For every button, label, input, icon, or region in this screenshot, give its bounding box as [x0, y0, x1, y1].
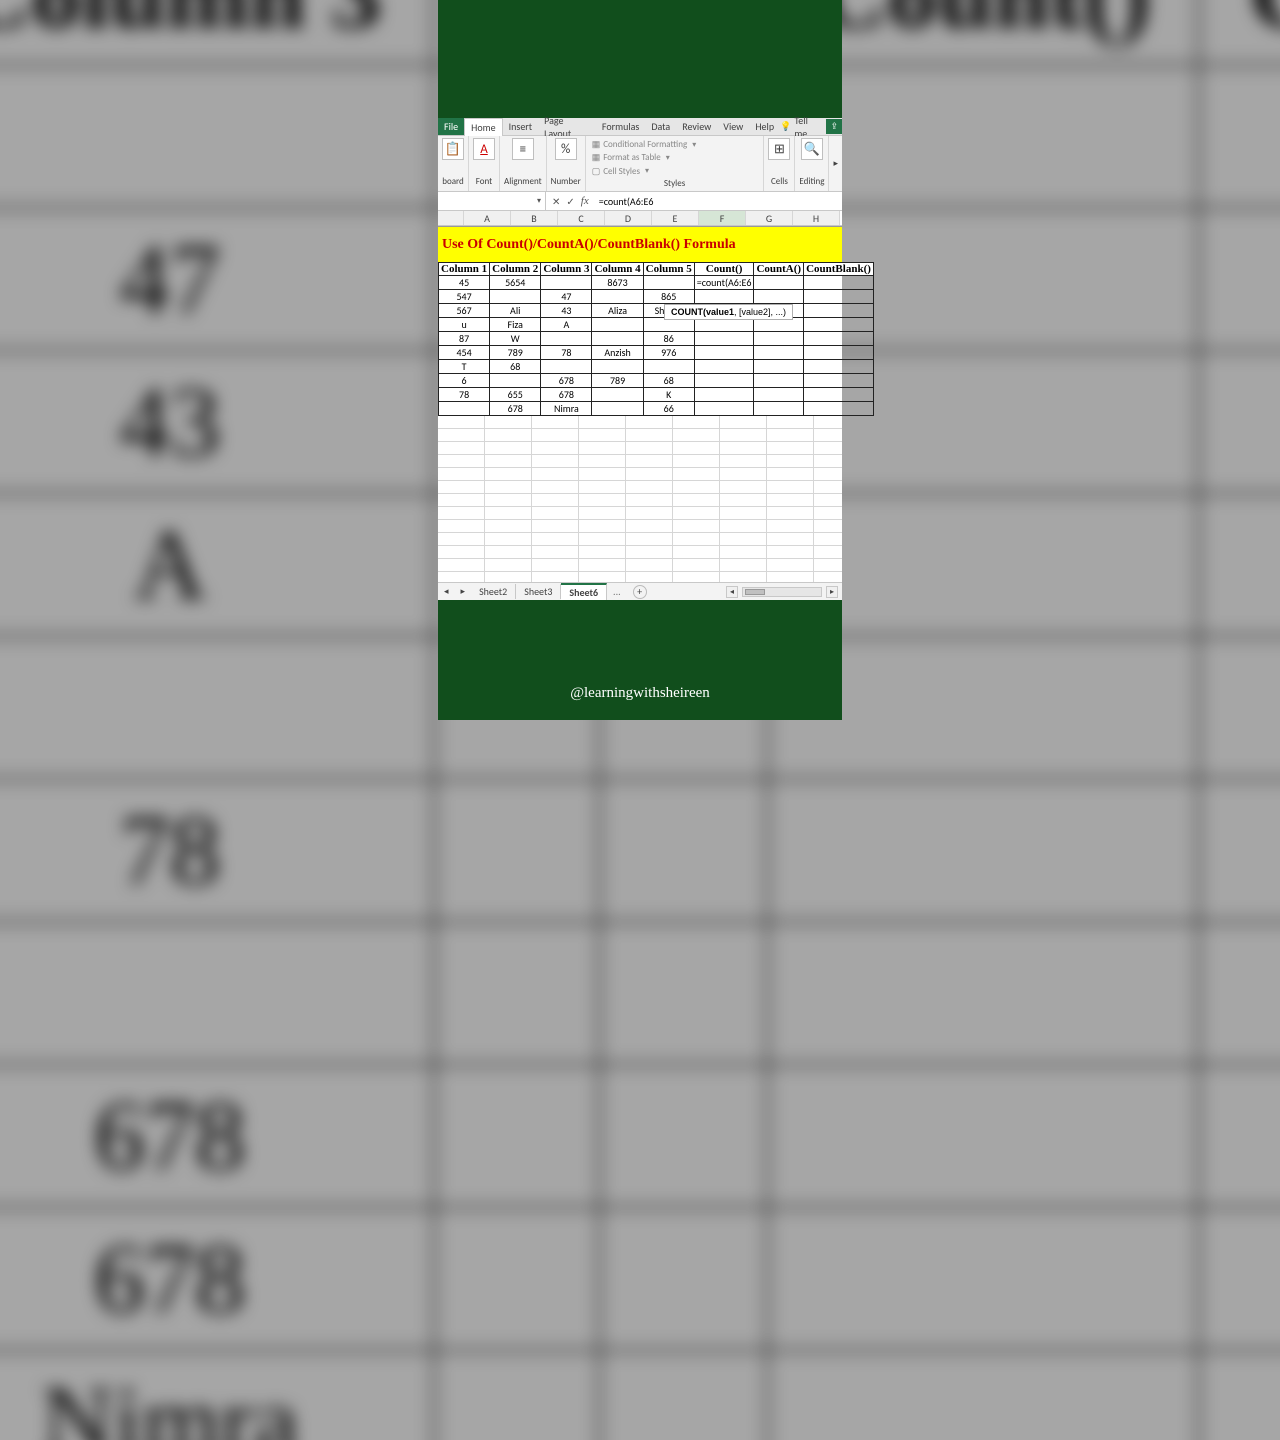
chevron-down-icon: ▾: [645, 166, 649, 176]
enter-formula-button[interactable]: ✓: [566, 195, 574, 208]
cells-icon[interactable]: ⊞: [768, 138, 790, 160]
formula-input[interactable]: =count(A6:E6: [595, 195, 842, 208]
sheet-tab[interactable]: Sheet2: [471, 584, 516, 599]
col-header[interactable]: E: [652, 211, 699, 225]
tab-data[interactable]: Data: [645, 118, 676, 135]
table-icon: ▦: [592, 139, 601, 150]
table-row[interactable]: 667878968: [439, 374, 874, 388]
table-row[interactable]: 45478978Anzish976: [439, 346, 874, 360]
tab-insert[interactable]: Insert: [503, 118, 539, 135]
data-table[interactable]: Column 1 Column 2 Column 3 Column 4 Colu…: [438, 262, 874, 416]
scroll-right-button[interactable]: ▸: [826, 586, 838, 598]
table-row[interactable]: 45 5654 8673 =count(A6:E6: [439, 276, 874, 290]
formula-bar: ▾ ✕ ✓ fx =count(A6:E6: [438, 192, 842, 211]
col-header[interactable]: A: [464, 211, 511, 225]
chevron-right-icon: ▸: [833, 158, 838, 169]
ribbon-scroll-right[interactable]: ▸: [829, 136, 842, 191]
scroll-track[interactable]: [742, 587, 822, 597]
add-sheet-button[interactable]: +: [633, 585, 647, 599]
video-caption: @learningwithsheireen: [0, 685, 1280, 702]
ribbon-tabs: File Home Insert Page Layout Formulas Da…: [438, 118, 842, 136]
title-row[interactable]: Use Of Count()/CountA()/CountBlank() For…: [438, 226, 842, 262]
table-row[interactable]: 87W86: [439, 332, 874, 346]
tab-review[interactable]: Review: [676, 118, 717, 135]
table-header[interactable]: Column 5: [643, 263, 694, 276]
active-cell[interactable]: =count(A6:E6: [694, 276, 754, 290]
share-button[interactable]: ⇪: [826, 119, 842, 134]
tab-home[interactable]: Home: [464, 118, 502, 136]
group-cells: ⊞ Cells: [764, 136, 795, 191]
table-row[interactable]: 678Nimra66: [439, 402, 874, 416]
name-box[interactable]: ▾: [438, 192, 546, 210]
table-header[interactable]: Column 3: [541, 263, 592, 276]
spreadsheet-grid[interactable]: Use Of Count()/CountA()/CountBlank() For…: [438, 226, 842, 416]
chevron-down-icon: ▾: [537, 196, 541, 206]
table-row[interactable]: uFizaA: [439, 318, 874, 332]
group-number: % Number: [547, 136, 586, 191]
editing-icon[interactable]: 🔍: [801, 138, 823, 160]
group-editing: 🔍 Editing: [795, 136, 829, 191]
chevron-down-icon: ▾: [666, 153, 670, 163]
empty-grid-area[interactable]: [438, 416, 842, 582]
tab-formulas[interactable]: Formulas: [596, 118, 645, 135]
paste-icon[interactable]: 📋: [442, 138, 464, 160]
sheet-tabs-bar: ◂ ▸ Sheet2 Sheet3 Sheet6 ... + ◂ ▸: [438, 582, 842, 600]
table-header[interactable]: Column 1: [439, 263, 490, 276]
scroll-left-button[interactable]: ◂: [726, 586, 738, 598]
lightbulb-icon: 💡: [780, 121, 791, 132]
cell-icon: ▢: [592, 166, 601, 177]
cancel-formula-button[interactable]: ✕: [552, 195, 560, 208]
insert-function-button[interactable]: fx: [581, 195, 589, 207]
conditional-formatting-button[interactable]: ▦ Conditional Formatting ▾: [590, 138, 760, 151]
tab-file[interactable]: File: [438, 118, 464, 135]
table-header[interactable]: Count(): [694, 263, 754, 276]
number-icon[interactable]: %: [555, 138, 577, 160]
col-header[interactable]: B: [511, 211, 558, 225]
format-as-table-button[interactable]: ▦ Format as Table ▾: [590, 151, 760, 164]
col-header[interactable]: F: [699, 211, 746, 225]
column-headers: A B C D E F G H: [438, 211, 842, 226]
group-clipboard: 📋 board: [438, 136, 469, 191]
col-header[interactable]: H: [793, 211, 840, 225]
col-header[interactable]: G: [746, 211, 793, 225]
function-tooltip: COUNT(value1, [value2], ...): [664, 304, 793, 320]
center-column: File Home Insert Page Layout Formulas Da…: [438, 0, 842, 720]
horizontal-scrollbar[interactable]: ◂ ▸: [653, 586, 842, 598]
table-row[interactable]: 78655678K: [439, 388, 874, 402]
sheet-nav-prev[interactable]: ◂: [438, 586, 455, 597]
chevron-down-icon: ▾: [692, 140, 696, 150]
group-font: A Font: [469, 136, 500, 191]
table-header[interactable]: CountA(): [754, 263, 804, 276]
ribbon-body: 📋 board A Font ≡ Alignment % Number ▦ Co…: [438, 136, 842, 192]
table-icon: ▦: [592, 152, 601, 163]
tab-view[interactable]: View: [717, 118, 749, 135]
table-row[interactable]: 567Ali43AlizaSheeza: [439, 304, 874, 318]
sheet-tab[interactable]: Sheet3: [516, 584, 561, 599]
select-all-corner[interactable]: [438, 211, 464, 225]
sheet-tab-active[interactable]: Sheet6: [561, 583, 607, 600]
bg-th: Column 3: [0, 0, 434, 65]
sheet-more[interactable]: ...: [607, 585, 627, 598]
group-alignment: ≡ Alignment: [500, 136, 547, 191]
scroll-thumb[interactable]: [745, 589, 765, 595]
table-header[interactable]: CountBlank(): [804, 263, 874, 276]
font-icon[interactable]: A: [473, 138, 495, 160]
table-header[interactable]: Column 2: [490, 263, 541, 276]
cell-styles-button[interactable]: ▢ Cell Styles ▾: [590, 165, 760, 178]
bg-th: CountA(): [1198, 0, 1280, 65]
table-header[interactable]: Column 4: [592, 263, 643, 276]
col-header[interactable]: D: [605, 211, 652, 225]
group-styles: ▦ Conditional Formatting ▾ ▦ Format as T…: [586, 136, 765, 191]
sheet-nav-next[interactable]: ▸: [455, 586, 472, 597]
excel-window: File Home Insert Page Layout Formulas Da…: [438, 118, 842, 600]
table-row[interactable]: T68: [439, 360, 874, 374]
alignment-icon[interactable]: ≡: [512, 138, 534, 160]
col-header[interactable]: C: [558, 211, 605, 225]
table-row[interactable]: 54747865: [439, 290, 874, 304]
tab-help[interactable]: Help: [749, 118, 780, 135]
